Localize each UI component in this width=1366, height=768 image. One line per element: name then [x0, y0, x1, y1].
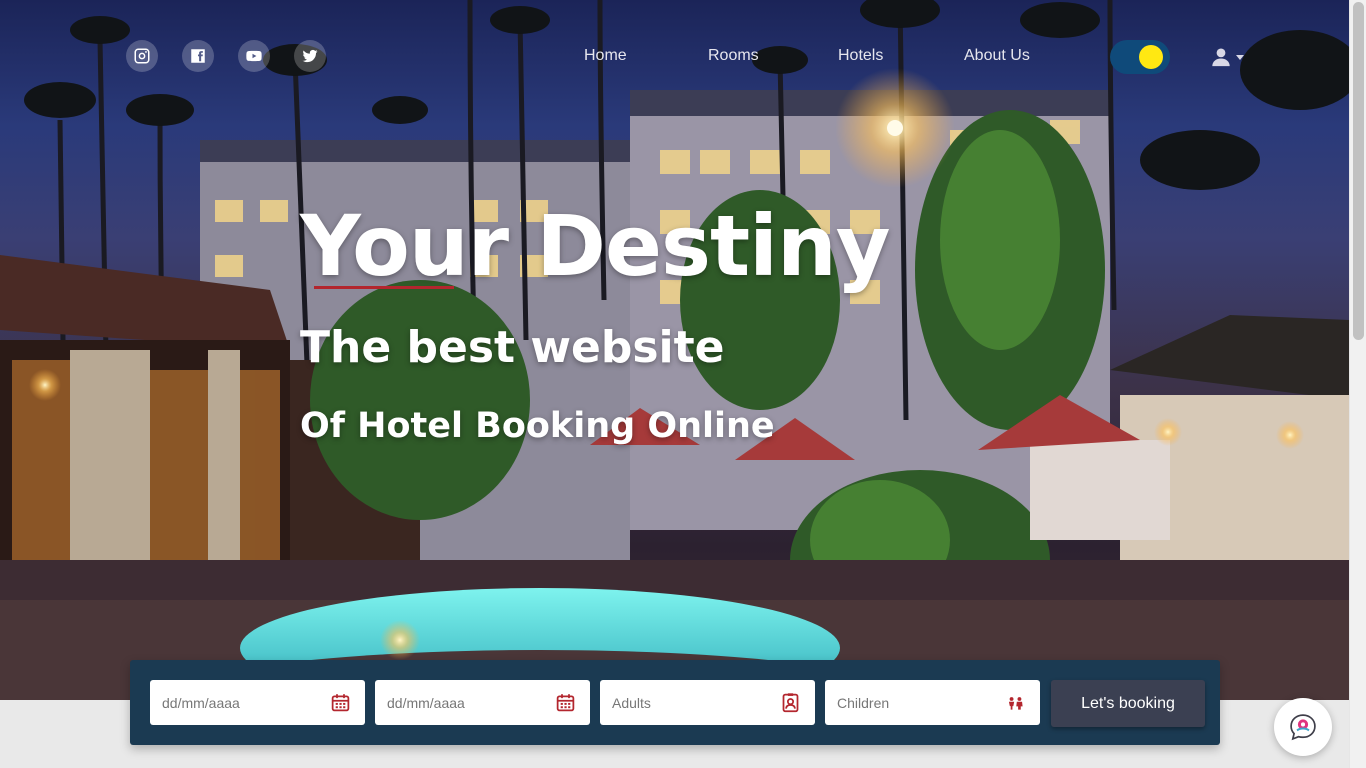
adults-field	[600, 680, 815, 725]
social-links	[126, 40, 326, 72]
children-icon	[1008, 697, 1023, 710]
calendar-icon[interactable]	[555, 692, 576, 713]
id-badge-icon	[782, 693, 799, 713]
booking-submit-button[interactable]: Let's booking	[1051, 680, 1205, 727]
chevron-down-icon	[1236, 54, 1244, 60]
facebook-icon[interactable]	[182, 40, 214, 72]
checkout-field	[375, 680, 590, 725]
calendar-icon[interactable]	[330, 692, 351, 713]
children-field	[825, 680, 1040, 725]
chat-widget-button[interactable]	[1274, 698, 1332, 756]
hero-tagline: Of Hotel Booking Online	[300, 406, 775, 446]
instagram-icon[interactable]	[126, 40, 158, 72]
title-underline	[314, 286, 454, 289]
user-icon	[1212, 48, 1230, 67]
checkin-field	[150, 680, 365, 725]
nav-link-rooms[interactable]: Rooms	[708, 47, 759, 65]
booking-form: Let's booking	[130, 660, 1220, 745]
chat-bubble-icon	[1290, 714, 1316, 741]
nav-link-home[interactable]: Home	[584, 47, 627, 65]
toggle-knob	[1139, 45, 1163, 69]
nav-link-hotels[interactable]: Hotels	[838, 47, 883, 65]
scrollbar-thumb[interactable]	[1353, 2, 1364, 340]
nav-link-about-us[interactable]: About Us	[964, 47, 1030, 65]
hero-subtitle: The best website	[300, 322, 725, 373]
theme-toggle[interactable]	[1110, 40, 1170, 74]
hero-title: Your Destiny	[300, 197, 890, 295]
youtube-icon[interactable]	[238, 40, 270, 72]
twitter-icon[interactable]	[294, 40, 326, 72]
user-menu[interactable]	[1210, 46, 1244, 68]
scrollbar[interactable]	[1349, 0, 1366, 768]
